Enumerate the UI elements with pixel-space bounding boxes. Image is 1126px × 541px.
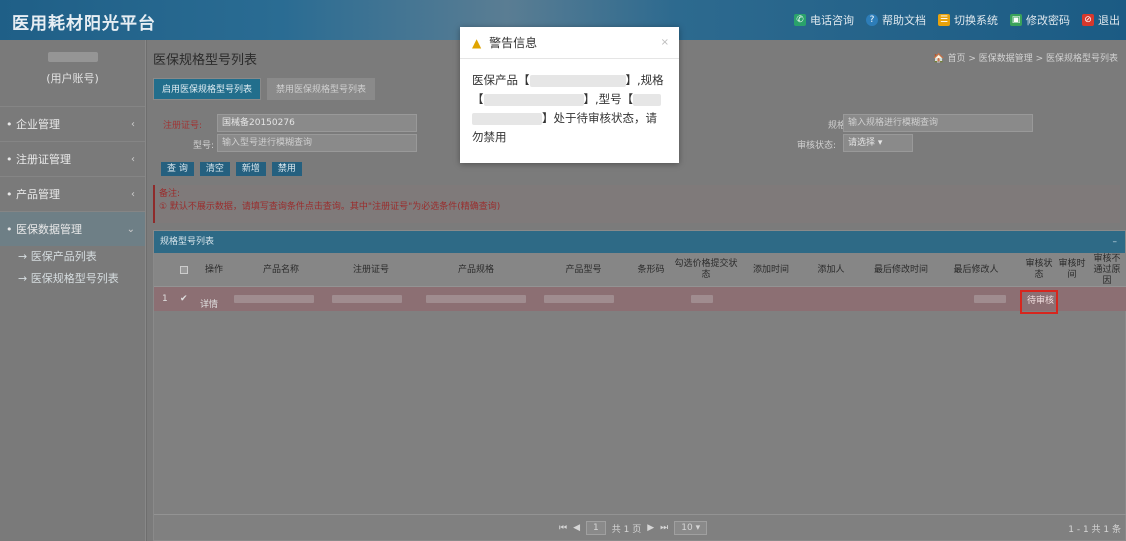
blurred-text	[633, 93, 662, 106]
chevron-left-icon: ‹	[131, 119, 135, 130]
dialog-title: 警告信息	[489, 36, 538, 50]
blurred-cell	[974, 295, 1006, 303]
logout-icon: ⊘	[1082, 14, 1094, 26]
col-audit-status: 审核状态	[1025, 259, 1053, 280]
note-title: 备注:	[159, 189, 181, 199]
blurred-text	[483, 93, 584, 106]
col-product-name: 产品名称	[262, 264, 299, 275]
app-title: 医用耗材阳光平台	[12, 14, 156, 34]
col-reg-no: 注册证号	[352, 264, 389, 275]
record-summary: 1 - 1 共 1 条	[1068, 525, 1121, 535]
sidebar-item-product[interactable]: • 产品管理 ‹	[0, 176, 145, 211]
blurred-cell	[426, 295, 526, 303]
minimize-icon[interactable]: –	[1113, 231, 1118, 253]
chevron-left-icon: ‹	[131, 154, 135, 165]
col-modify-time: 最后修改时间	[873, 264, 928, 275]
panel-header: 规格型号列表 –	[154, 231, 1125, 253]
note-box: 备注: ① 默认不展示数据，请填写查询条件点击查询。其中"注册证号"为必选条件(…	[153, 185, 1120, 223]
col-audit-time: 审核时间	[1058, 259, 1086, 280]
table-header: 操作 产品名称 注册证号 产品规格 产品型号 条形码 勾选价格提交状态 添加时间…	[154, 253, 1126, 287]
clear-button[interactable]: 清空	[199, 162, 230, 176]
reg-no-label: 注册证号:	[163, 121, 203, 131]
help-icon: ?	[866, 14, 878, 26]
next-page-icon[interactable]: ▶	[647, 523, 654, 533]
close-icon[interactable]: ×	[661, 27, 669, 59]
spec-input[interactable]: 输入规格进行模糊查询	[843, 114, 1033, 132]
top-nav: ✆ 电话咨询 ? 帮助文档 ☰ 切换系统 ▣ 修改密码 ⊘ 退出	[794, 12, 1120, 28]
last-page-icon[interactable]: ⏭	[660, 523, 668, 533]
note-line: ① 默认不展示数据，请填写查询条件点击查询。其中"注册证号"为必选条件(精确查询…	[159, 202, 501, 212]
action-buttons: 查 询 清空 新增 禁用	[161, 162, 302, 176]
nav-password[interactable]: ▣ 修改密码	[1010, 12, 1070, 28]
model-label: 型号:	[193, 141, 215, 151]
page-title: 医保规格型号列表	[153, 53, 258, 68]
warning-icon: ▲	[472, 36, 482, 50]
sidebar-subitem-insurance-specs[interactable]: → 医保规格型号列表	[0, 268, 145, 290]
status-select[interactable]: 请选择 ▾	[843, 134, 913, 152]
model-input[interactable]: 输入型号进行模糊查询	[217, 134, 417, 152]
select-all-checkbox[interactable]	[178, 253, 190, 287]
sidebar-item-insurance-data[interactable]: • 医保数据管理 ⌄	[0, 211, 145, 246]
blurred-text	[472, 112, 542, 125]
prev-page-icon[interactable]: ◀	[573, 523, 580, 533]
spec-table-panel: 规格型号列表 – 操作 产品名称 注册证号 产品规格 产品型号 条形码 勾选价格…	[153, 230, 1126, 541]
panel-title: 规格型号列表	[160, 237, 215, 247]
col-modify-user: 最后修改人	[953, 264, 999, 275]
blurred-cell	[691, 295, 713, 303]
nav-logout[interactable]: ⊘ 退出	[1082, 12, 1120, 28]
status-highlight-box	[1020, 290, 1058, 314]
pagination: ⏮ ◀ 1 共 1 页 ▶ ⏭ 10 ▾ 1 - 1 共 1 条	[154, 514, 1126, 540]
switch-icon: ☰	[938, 14, 950, 26]
reg-no-input[interactable]: 国械备20150276	[217, 114, 417, 132]
col-add-time: 添加时间	[752, 264, 789, 275]
blurred-text	[529, 74, 626, 87]
chevron-down-icon: ▾	[877, 138, 883, 148]
nav-switch[interactable]: ☰ 切换系统	[938, 12, 998, 28]
col-model: 产品型号	[565, 264, 602, 275]
tab-enabled-list[interactable]: 启用医保规格型号列表	[153, 78, 262, 100]
col-add-user: 添加人	[817, 264, 845, 275]
sidebar-item-company[interactable]: • 企业管理 ‹	[0, 106, 145, 141]
sidebar: (用户账号) • 企业管理 ‹ • 注册证管理 ‹ • 产品管理 ‹ • 医保数…	[0, 40, 146, 541]
nav-phone[interactable]: ✆ 电话咨询	[794, 12, 854, 28]
first-page-icon[interactable]: ⏮	[559, 523, 567, 533]
page-input[interactable]: 1	[586, 521, 606, 535]
row-checkbox[interactable]: ✔	[180, 287, 188, 311]
query-button[interactable]: 查 询	[161, 162, 194, 176]
table-row[interactable]: 1 ✔ 详情 待审核	[154, 287, 1126, 311]
status-label: 审核状态:	[797, 141, 837, 151]
col-price-status: 勾选价格提交状态	[674, 259, 738, 280]
page-size-select[interactable]: 10 ▾	[674, 521, 708, 535]
blurred-cell	[332, 295, 402, 303]
tab-bar: 启用医保规格型号列表 禁用医保规格型号列表	[153, 78, 376, 100]
warning-dialog: ▲ 警告信息 × 医保产品【 】,规格 【】,型号【 】处于待审核状态，请勿禁用	[460, 27, 679, 163]
nav-help[interactable]: ? 帮助文档	[866, 12, 926, 28]
col-action: 操作	[204, 264, 223, 275]
row-index: 1	[162, 294, 168, 304]
col-reject-reason: 审核不通过原因	[1093, 253, 1121, 286]
avatar	[47, 52, 98, 62]
dialog-message: 医保产品【 】,规格 【】,型号【 】处于待审核状态，请勿禁用	[472, 73, 664, 144]
blurred-cell	[234, 295, 314, 303]
disable-button[interactable]: 禁用	[271, 162, 302, 176]
blurred-cell	[544, 295, 614, 303]
phone-icon: ✆	[794, 14, 806, 26]
add-button[interactable]: 新增	[235, 162, 266, 176]
chevron-down-icon: ⌄	[126, 224, 135, 235]
chevron-left-icon: ‹	[131, 189, 135, 200]
user-account-label: (用户账号)	[46, 72, 99, 85]
sidebar-subitem-insurance-products[interactable]: → 医保产品列表	[0, 246, 145, 268]
total-pages: 共 1 页	[611, 524, 642, 535]
user-box: (用户账号)	[0, 40, 145, 106]
dialog-header: ▲ 警告信息 ×	[460, 27, 679, 59]
lock-icon: ▣	[1010, 14, 1022, 26]
detail-link[interactable]: 详情	[200, 291, 218, 315]
sidebar-item-registration[interactable]: • 注册证管理 ‹	[0, 141, 145, 176]
breadcrumb[interactable]: 🏠 首页 > 医保数据管理 > 医保规格型号列表	[933, 51, 1118, 64]
col-barcode: 条形码	[637, 264, 665, 275]
col-spec: 产品规格	[457, 264, 494, 275]
tab-disabled-list[interactable]: 禁用医保规格型号列表	[267, 78, 376, 100]
